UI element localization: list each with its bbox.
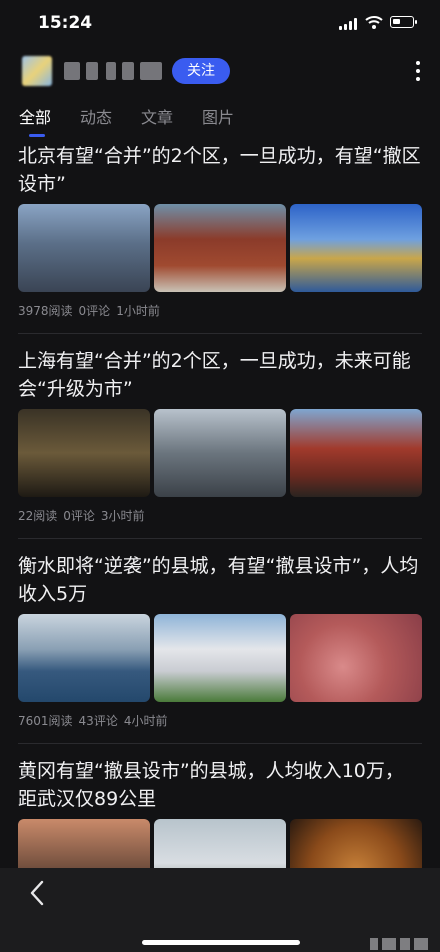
follow-button[interactable]: 关注: [172, 58, 230, 84]
article-images: [18, 819, 422, 868]
article-image[interactable]: [18, 409, 150, 497]
article-meta: 7601阅读 43评论 4小时前: [18, 712, 173, 729]
back-icon[interactable]: [26, 878, 50, 908]
read-count: 3978阅读: [18, 304, 73, 318]
watermark-blurred: [370, 938, 430, 950]
author-name-blurred: [64, 62, 164, 80]
divider: [18, 743, 422, 744]
article-title[interactable]: 北京有望“合并”的2个区，一旦成功，有望“撤区设市”: [18, 142, 422, 198]
article-card[interactable]: 黄冈有望“撤县设市”的县城，人均收入10万，距武汉仅89公里: [18, 757, 422, 868]
article-images: [18, 614, 422, 702]
article-image[interactable]: [154, 409, 286, 497]
article-image[interactable]: [18, 614, 150, 702]
wifi-icon: [365, 16, 383, 29]
article-feed: 北京有望“合并”的2个区，一旦成功，有望“撤区设市” 3978阅读 0评论 1小时前…: [0, 140, 440, 868]
home-indicator[interactable]: [142, 940, 300, 945]
signal-icon: [339, 18, 359, 30]
article-card[interactable]: 衡水即将“逆袭”的县城，有望“撤县设市”，人均收入5万 7601阅读 43评论 4小…: [18, 552, 422, 728]
article-image[interactable]: [290, 204, 422, 292]
article-card[interactable]: 北京有望“合并”的2个区，一旦成功，有望“撤区设市” 3978阅读 0评论 1小时前: [18, 142, 422, 318]
tab-indicator: [29, 134, 45, 137]
tab-all[interactable]: 全部: [19, 104, 51, 128]
read-count: 7601阅读: [18, 714, 73, 728]
article-image[interactable]: [290, 614, 422, 702]
bottom-nav-bar: [0, 868, 440, 952]
comment-count: 43评论: [78, 714, 118, 728]
profile-header: 关注: [0, 46, 440, 96]
publish-time: 3小时前: [100, 509, 145, 523]
article-image[interactable]: [18, 204, 150, 292]
divider: [18, 333, 422, 334]
tab-bar: 全部 动态 文章 图片: [0, 96, 440, 140]
article-card[interactable]: 上海有望“合并”的2个区，一旦成功，未来可能会“升级为市” 22阅读 0评论 3小时…: [18, 347, 422, 523]
battery-icon: [390, 16, 417, 28]
publish-time: 4小时前: [123, 714, 168, 728]
article-image[interactable]: [290, 819, 422, 868]
article-image[interactable]: [154, 614, 286, 702]
article-image[interactable]: [154, 204, 286, 292]
more-icon[interactable]: [410, 58, 426, 84]
read-count: 22阅读: [18, 509, 58, 523]
tab-articles[interactable]: 文章: [141, 104, 173, 128]
publish-time: 1小时前: [116, 304, 160, 318]
article-images: [18, 204, 422, 292]
article-image[interactable]: [18, 819, 150, 868]
article-title[interactable]: 黄冈有望“撤县设市”的县城，人均收入10万，距武汉仅89公里: [18, 757, 422, 813]
article-title[interactable]: 衡水即将“逆袭”的县城，有望“撤县设市”，人均收入5万: [18, 552, 422, 608]
article-meta: 22阅读 0评论 3小时前: [18, 507, 151, 524]
avatar[interactable]: [22, 56, 52, 86]
article-image[interactable]: [154, 819, 286, 868]
comment-count: 0评论: [63, 509, 95, 523]
divider: [18, 538, 422, 539]
article-title[interactable]: 上海有望“合并”的2个区，一旦成功，未来可能会“升级为市”: [18, 347, 422, 403]
article-image[interactable]: [290, 409, 422, 497]
status-time: 15:24: [38, 13, 93, 33]
comment-count: 0评论: [78, 304, 111, 318]
status-bar: 15:24: [0, 0, 440, 46]
article-images: [18, 409, 422, 497]
article-meta: 3978阅读 0评论 1小时前: [18, 302, 166, 319]
tab-images[interactable]: 图片: [202, 104, 234, 128]
tab-updates[interactable]: 动态: [80, 104, 112, 128]
